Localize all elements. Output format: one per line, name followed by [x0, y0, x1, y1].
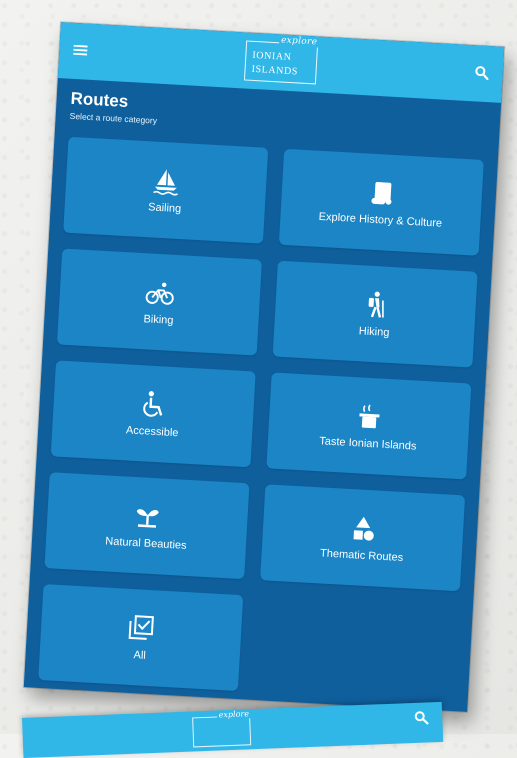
- category-tile-biking[interactable]: Biking: [56, 248, 262, 356]
- category-label: Sailing: [147, 201, 182, 216]
- category-label: Natural Beauties: [105, 535, 187, 552]
- category-tile-hiking[interactable]: Hiking: [272, 260, 478, 368]
- category-grid: Sailing Explore History & Culture Biking…: [24, 120, 499, 704]
- wheelchair-icon: [138, 389, 170, 421]
- category-label: Taste Ionian Islands: [318, 435, 417, 453]
- checkbox-stack-icon: [125, 613, 157, 645]
- category-tile-natural-beauties[interactable]: Natural Beauties: [44, 472, 250, 580]
- category-label: All: [133, 649, 147, 662]
- cooking-pot-icon: [354, 401, 386, 433]
- search-icon[interactable]: [414, 710, 431, 727]
- category-label: Biking: [143, 313, 174, 327]
- app-bar: explore IONIAN ISLANDS: [57, 22, 505, 103]
- category-tile-accessible[interactable]: Accessible: [50, 360, 256, 468]
- menu-icon[interactable]: [69, 39, 92, 62]
- category-tile-all[interactable]: All: [38, 584, 244, 692]
- logo-line-1: IONIAN: [252, 49, 292, 64]
- app-screen: explore IONIAN ISLANDS Routes Select a r…: [23, 22, 505, 712]
- app-logo[interactable]: explore IONIAN ISLANDS: [243, 35, 320, 85]
- sailboat-icon: [150, 165, 182, 197]
- second-screen-logo-tagline: explore: [216, 709, 252, 720]
- hiker-icon: [360, 289, 392, 321]
- search-icon[interactable]: [470, 61, 493, 84]
- second-screen-app-bar: explore: [22, 701, 444, 758]
- category-label: Thematic Routes: [319, 547, 404, 565]
- scroll-icon: [366, 177, 398, 209]
- category-label: Hiking: [358, 325, 390, 339]
- category-tile-sailing[interactable]: Sailing: [63, 136, 269, 244]
- logo-tagline: explore: [278, 35, 320, 48]
- bike-icon: [144, 277, 176, 309]
- category-tile-thematic[interactable]: Thematic Routes: [260, 484, 466, 592]
- category-tile-taste[interactable]: Taste Ionian Islands: [266, 372, 472, 480]
- second-screen-logo: explore: [192, 709, 252, 748]
- shapes-icon: [347, 513, 379, 545]
- category-tile-history-culture[interactable]: Explore History & Culture: [278, 148, 484, 256]
- category-label: Accessible: [125, 424, 179, 440]
- logo-line-2: ISLANDS: [251, 63, 299, 78]
- category-label: Explore History & Culture: [318, 210, 443, 230]
- sprout-icon: [132, 501, 164, 533]
